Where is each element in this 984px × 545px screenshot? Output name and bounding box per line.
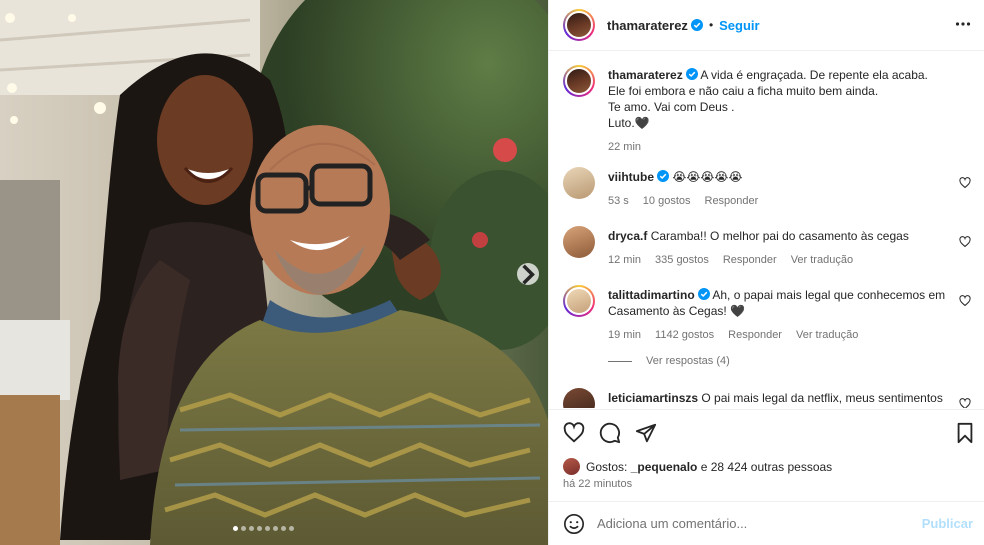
like-heart-icon[interactable] xyxy=(563,422,585,444)
liker-username[interactable]: _pequenalo xyxy=(631,460,698,474)
verified-badge-icon xyxy=(657,170,670,182)
heart-icon[interactable] xyxy=(959,295,971,307)
commenter-avatar[interactable] xyxy=(563,167,595,199)
carousel-dot xyxy=(265,526,270,531)
add-comment-bar: Adiciona um comentário... Publicar xyxy=(549,501,984,545)
caption-line: Te amo. Vai com Deus . xyxy=(608,100,735,114)
header-separator: • xyxy=(708,18,714,32)
carousel-dot xyxy=(273,526,278,531)
author-username[interactable]: thamaraterez xyxy=(607,18,688,33)
comment-item: viihtube 😭😭😭😭😭 53 s 10 gostos Responder xyxy=(563,167,973,207)
comment-input[interactable]: Adiciona um comentário... xyxy=(597,516,922,531)
post-photo xyxy=(0,0,548,545)
post-header: thamaraterez • Seguir xyxy=(549,0,984,51)
carousel-dot xyxy=(289,526,294,531)
carousel-dot xyxy=(241,526,246,531)
chevron-right-icon xyxy=(522,263,535,285)
comments-list: thamaraterez A vida é engraçada. De repe… xyxy=(549,52,984,408)
comment-time[interactable]: 53 s xyxy=(608,193,629,209)
reply-button[interactable]: Responder xyxy=(723,252,777,268)
share-send-icon[interactable] xyxy=(635,422,657,444)
comment-time[interactable]: 19 min xyxy=(608,327,641,343)
commenter-avatar[interactable] xyxy=(563,285,595,317)
heart-icon[interactable] xyxy=(959,177,971,189)
post-timestamp: há 22 minutos xyxy=(563,478,633,490)
comment-item: dryca.f Caramba!! O melhor pai do casame… xyxy=(563,226,973,266)
next-photo-button[interactable] xyxy=(517,263,539,285)
carousel-dot xyxy=(249,526,254,531)
verified-badge-icon xyxy=(690,19,703,31)
photo-illustration xyxy=(0,0,548,545)
comment-text: 😭😭😭😭😭 xyxy=(672,170,743,184)
comment-text: Caramba!! O melhor pai do casamento às c… xyxy=(650,229,909,243)
publish-button[interactable]: Publicar xyxy=(922,516,973,531)
reply-button[interactable]: Responder xyxy=(705,193,759,209)
commenter-username[interactable]: leticiamartinszs xyxy=(608,391,698,405)
liker-avatar[interactable] xyxy=(563,458,580,475)
view-replies-label: Ver respostas (4) xyxy=(646,355,730,367)
verified-badge-icon xyxy=(697,288,710,300)
likes-suffix[interactable]: e 28 424 outras pessoas xyxy=(701,460,832,474)
follow-button[interactable]: Seguir xyxy=(719,18,759,33)
caption-line: A vida é engraçada. De repente ela acaba… xyxy=(700,68,928,82)
replies-divider xyxy=(608,360,632,362)
comment-time[interactable]: 12 min xyxy=(608,252,641,268)
likes-summary: Gostos: _pequenalo e 28 424 outras pesso… xyxy=(563,458,832,475)
comment-text: O pai mais legal da netflix, meus sentim… xyxy=(701,391,943,405)
caption-line: Luto.🖤 xyxy=(608,116,650,130)
carousel-dot xyxy=(257,526,262,531)
post-actions: Gostos: _pequenalo e 28 424 outras pesso… xyxy=(549,409,984,501)
carousel-indicator xyxy=(233,526,294,531)
caption-username[interactable]: thamaraterez xyxy=(608,68,683,82)
comment-likes[interactable]: 10 gostos xyxy=(643,193,691,209)
heart-icon[interactable] xyxy=(959,398,971,408)
heart-icon[interactable] xyxy=(959,236,971,248)
caption-avatar[interactable] xyxy=(563,65,595,97)
carousel-dot xyxy=(281,526,286,531)
reply-button[interactable]: Responder xyxy=(728,327,782,343)
emoji-icon[interactable] xyxy=(563,513,585,535)
commenter-username[interactable]: talittadimartino xyxy=(608,288,695,302)
comment-item: talittadimartino Ah, o papai mais legal … xyxy=(563,285,973,345)
author-avatar[interactable] xyxy=(563,9,595,41)
comment-item: leticiamartinszs O pai mais legal da net… xyxy=(563,388,973,408)
caption-time[interactable]: 22 min xyxy=(608,139,641,155)
comment-bubble-icon[interactable] xyxy=(599,422,621,444)
carousel-dot xyxy=(233,526,238,531)
comment-likes[interactable]: 1142 gostos xyxy=(655,327,714,343)
caption-line: Ele foi embora e não caiu a ficha muito … xyxy=(608,84,879,98)
commenter-username[interactable]: viihtube xyxy=(608,170,654,184)
commenter-avatar[interactable] xyxy=(563,388,595,408)
translate-button[interactable]: Ver tradução xyxy=(791,252,853,268)
commenter-username[interactable]: dryca.f xyxy=(608,229,647,243)
verified-badge-icon xyxy=(685,68,698,80)
bookmark-icon[interactable] xyxy=(955,422,975,444)
commenter-avatar[interactable] xyxy=(563,226,595,258)
view-replies-button[interactable]: Ver respostas (4) xyxy=(608,355,730,367)
translate-button[interactable]: Ver tradução xyxy=(796,327,858,343)
more-options-icon[interactable] xyxy=(955,16,971,32)
comment-likes[interactable]: 335 gostos xyxy=(655,252,709,268)
post-sidebar: thamaraterez • Seguir thamaraterez A vid… xyxy=(548,0,984,545)
likes-prefix: Gostos: xyxy=(586,459,628,474)
